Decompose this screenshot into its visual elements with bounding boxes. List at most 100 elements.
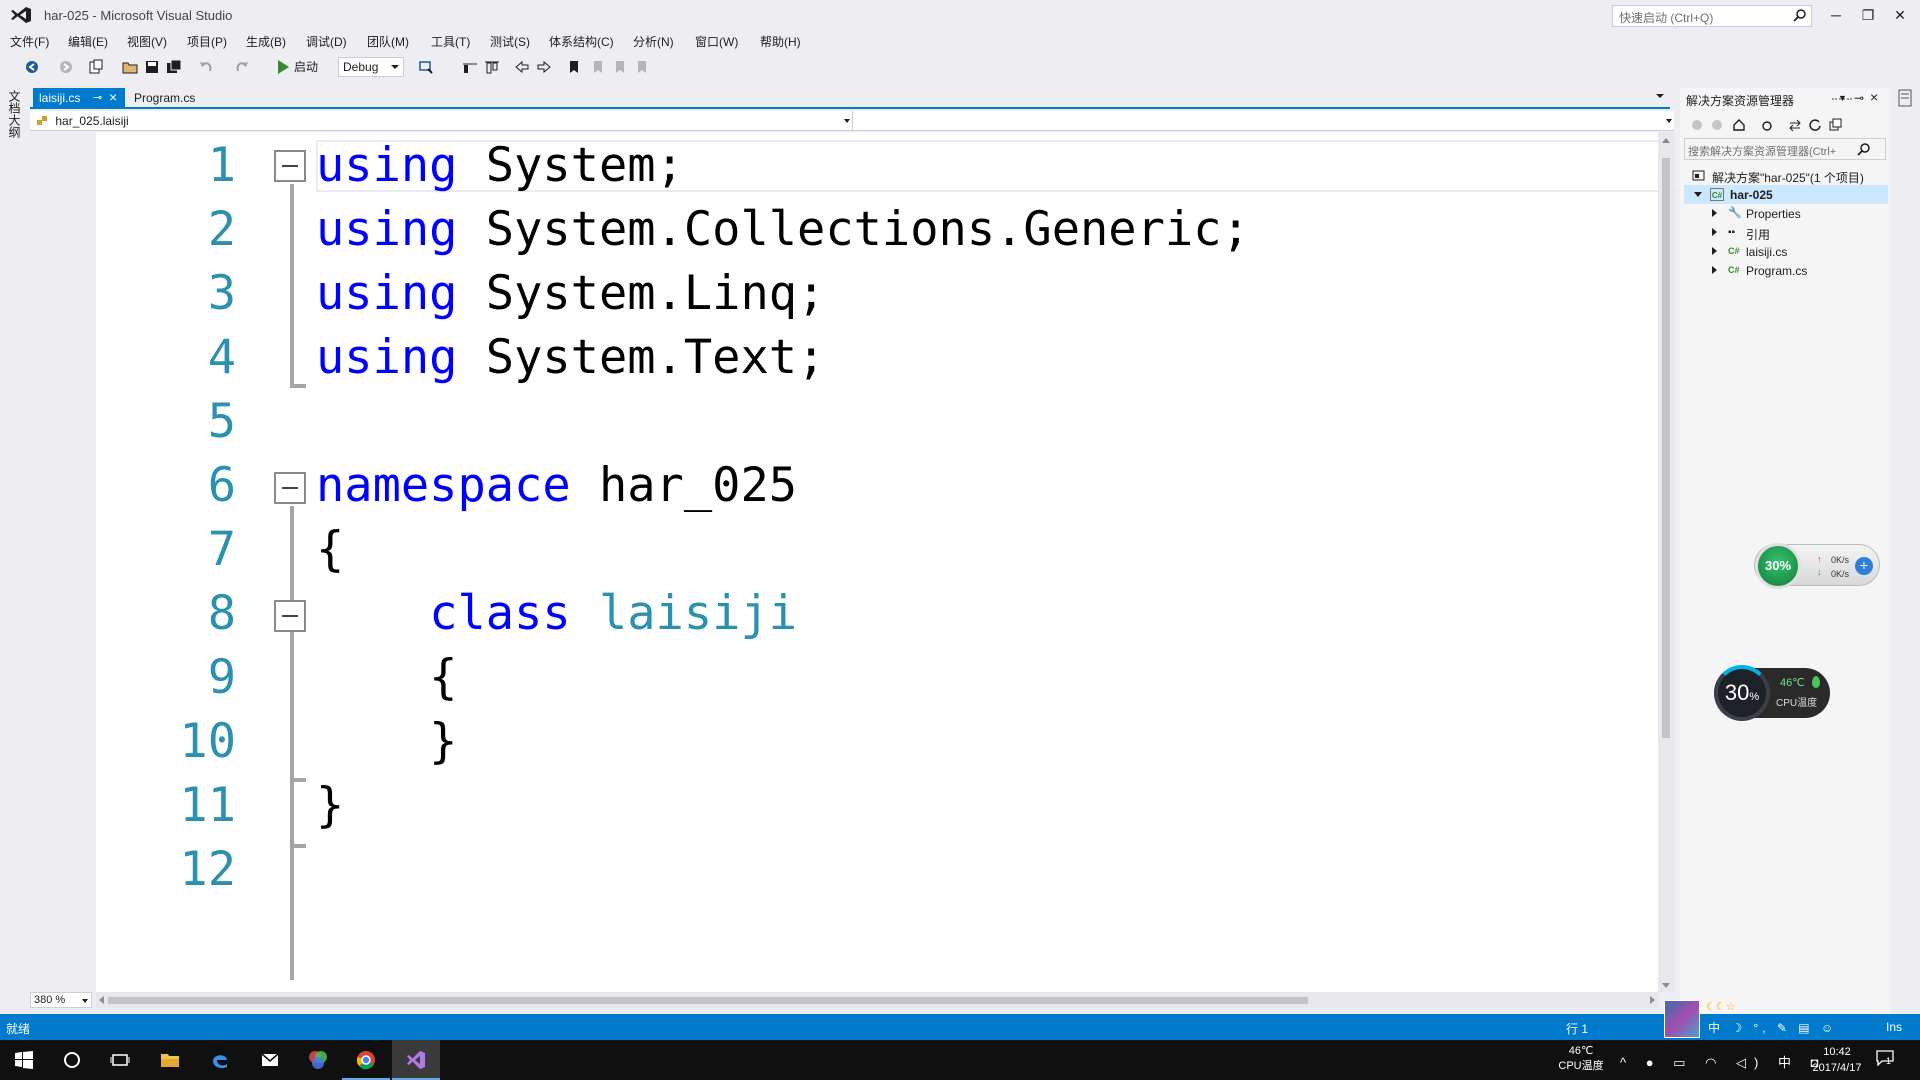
vertical-scrollbar[interactable] (1658, 132, 1674, 992)
menu-analyze[interactable]: 分析(N) (633, 33, 674, 50)
ime-toolbar[interactable]: 中 ☽ °, ✎ ▤ ☺ (1664, 1000, 1833, 1040)
tab-program-cs[interactable]: Program.cs (128, 88, 208, 107)
menu-edit[interactable]: 编辑(E) (68, 33, 108, 50)
edge-button[interactable] (196, 1040, 244, 1080)
collapse-class-icon[interactable] (274, 600, 306, 632)
expand-arrow-icon[interactable] (1712, 266, 1717, 274)
save-icon[interactable] (144, 59, 160, 75)
tree-item-references[interactable]: ▪▪ 引用 (1684, 223, 1888, 242)
restore-button[interactable]: ❐ (1854, 4, 1882, 26)
pending-changes-filter-icon[interactable] (1760, 118, 1774, 132)
mail-button[interactable] (246, 1040, 294, 1080)
code-line[interactable]: 11} (30, 774, 1630, 838)
action-center-button[interactable]: 1 (1876, 1050, 1896, 1068)
solution-configuration-select[interactable]: Debug (338, 57, 404, 77)
chevron-down-icon[interactable] (1666, 119, 1672, 123)
code-line[interactable]: 7{ (30, 518, 1630, 582)
chevron-down-icon[interactable] (844, 119, 850, 123)
undo-icon[interactable] (198, 59, 214, 75)
clear-bookmarks-icon[interactable] (634, 59, 650, 75)
cortana-button[interactable] (48, 1040, 96, 1080)
collapse-usings-icon[interactable] (274, 150, 306, 182)
menu-build[interactable]: 生成(B) (246, 33, 286, 50)
window-position-chevron-icon[interactable]: ▼ (1838, 93, 1847, 103)
prev-bookmark-icon[interactable] (590, 59, 606, 75)
color-app-button[interactable] (294, 1040, 342, 1080)
collapse-all-icon[interactable] (1828, 118, 1842, 132)
expand-arrow-icon[interactable] (1712, 228, 1717, 236)
menu-window[interactable]: 窗口(W) (695, 33, 738, 50)
find-icon[interactable] (418, 59, 434, 75)
start-debugging-button[interactable]: 启动 (276, 58, 318, 76)
solution-explorer-search-input[interactable]: 搜索解决方案资源管理器(Ctrl+ (1684, 138, 1886, 160)
tab-laisiji-cs[interactable]: laisiji.cs ⊸ × (33, 88, 125, 107)
code-line[interactable]: 2 using System.Collections.Generic; (30, 198, 1630, 262)
tree-item-properties[interactable]: 🔧 Properties (1684, 204, 1888, 223)
accelerate-plus-icon[interactable]: + (1855, 557, 1873, 575)
network-speed-widget[interactable]: 30% ↑ 0K/s ↓ 0K/s + (1754, 543, 1880, 589)
properties-panel-icon[interactable] (1896, 88, 1914, 108)
minimize-button[interactable]: ─ (1822, 4, 1850, 26)
task-view-button[interactable] (96, 1040, 144, 1080)
document-outline-tab[interactable]: 文档大纲 (7, 90, 23, 138)
type-dropdown[interactable]: har_025.laisiji (36, 114, 129, 128)
visual-studio-taskbar-button[interactable] (392, 1040, 440, 1080)
uncomment-icon[interactable] (536, 59, 552, 75)
collapse-namespace-icon[interactable] (274, 472, 306, 504)
code-line[interactable]: 10 } (30, 710, 1630, 774)
code-line[interactable]: 3 using System.Linq; (30, 262, 1630, 326)
tree-item-program-cs[interactable]: C# Program.cs (1684, 261, 1888, 280)
menu-team[interactable]: 团队(M) (367, 33, 409, 50)
align-top-icon[interactable] (484, 59, 500, 75)
expand-arrow-icon[interactable] (1712, 247, 1717, 255)
code-line[interactable]: 4 using System.Text; (30, 326, 1630, 390)
horizontal-scrollbar[interactable] (96, 992, 1658, 1008)
refresh-icon[interactable] (1808, 118, 1822, 132)
file-explorer-button[interactable] (146, 1040, 194, 1080)
next-bookmark-icon[interactable] (612, 59, 628, 75)
tray-clock[interactable]: 10:42 2017/4/17 (1806, 1044, 1868, 1076)
cpu-temperature-widget[interactable]: 30% 46℃ CPU温度 (1714, 665, 1830, 721)
tab-overflow-chevron-icon[interactable] (1656, 94, 1664, 98)
scroll-right-icon[interactable] (1650, 996, 1655, 1004)
comment-icon[interactable] (514, 59, 530, 75)
quick-launch-input[interactable]: 快速启动 (Ctrl+Q) (1612, 5, 1812, 27)
forward-icon[interactable] (58, 59, 74, 75)
pin-icon[interactable]: ⊸ (1854, 91, 1864, 105)
code-line[interactable]: 5 (30, 390, 1630, 454)
scroll-thumb[interactable] (108, 997, 1308, 1004)
menu-file[interactable]: 文件(F) (10, 33, 49, 50)
tray-cpu-temperature[interactable]: 46℃ CPU温度 (1554, 1044, 1608, 1074)
back-icon[interactable] (1690, 118, 1704, 132)
pin-icon[interactable]: ⊸ (93, 91, 102, 104)
new-project-icon[interactable] (88, 59, 104, 75)
tree-item-solution[interactable]: 解决方案"har-025"(1 个项目) (1684, 166, 1888, 185)
scroll-down-icon[interactable] (1662, 983, 1670, 988)
close-button[interactable]: ✕ (1886, 4, 1914, 26)
chrome-button[interactable] (342, 1040, 390, 1080)
code-line[interactable]: 8 class laisiji (30, 582, 1630, 646)
ime-status-icons[interactable]: 中 ☽ °, ✎ ▤ ☺ (1708, 1019, 1837, 1036)
system-tray-icons[interactable]: ^ ● ▭ ◠ ◁) 中 ◘ (1620, 1052, 1826, 1071)
code-editor[interactable]: 1 using System; 2 using System.Collections.… (30, 132, 1682, 992)
bookmark-icon[interactable] (566, 59, 582, 75)
tree-item-laisiji-cs[interactable]: C# laisiji.cs (1684, 242, 1888, 261)
expand-arrow-icon[interactable] (1712, 209, 1717, 217)
expand-arrow-icon[interactable] (1694, 192, 1702, 197)
code-line[interactable]: 9 { (30, 646, 1630, 710)
align-left-icon[interactable] (462, 59, 478, 75)
menu-project[interactable]: 项目(P) (187, 33, 227, 50)
tree-item-project[interactable]: C# har-025 (1684, 185, 1888, 204)
menu-tools[interactable]: 工具(T) (431, 33, 470, 50)
back-icon[interactable] (24, 59, 40, 75)
save-all-icon[interactable] (166, 59, 182, 75)
redo-icon[interactable] (234, 59, 250, 75)
zoom-level-select[interactable]: 380 % (30, 992, 92, 1008)
code-line[interactable]: 6 namespace har_025 (30, 454, 1630, 518)
close-icon[interactable]: × (109, 89, 117, 105)
code-line[interactable]: 1 using System; (30, 134, 1630, 198)
menu-test[interactable]: 测试(S) (490, 33, 530, 50)
menu-debug[interactable]: 调试(D) (306, 33, 347, 50)
open-file-icon[interactable] (122, 59, 138, 75)
start-button[interactable] (0, 1040, 48, 1080)
